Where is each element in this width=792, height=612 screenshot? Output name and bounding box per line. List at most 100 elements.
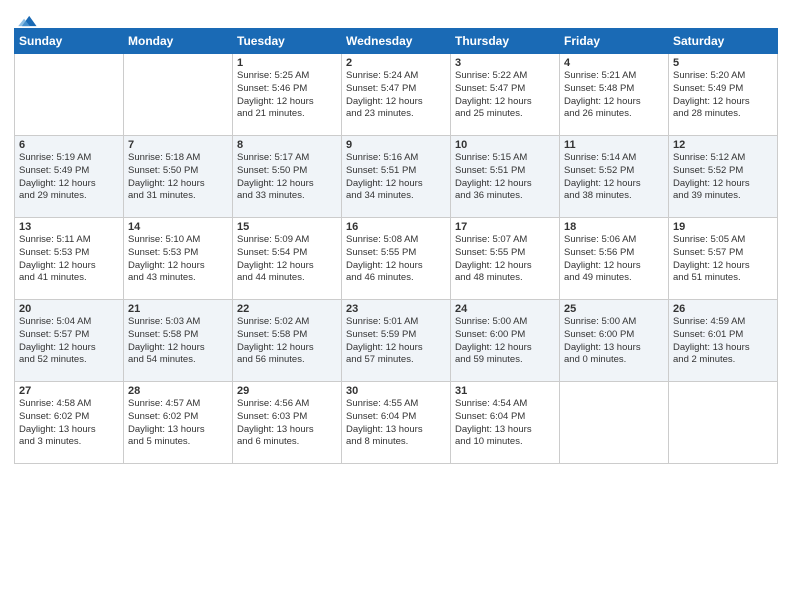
- cell-content: Sunrise: 5:04 AM Sunset: 5:57 PM Dayligh…: [19, 316, 119, 367]
- calendar-cell: 2Sunrise: 5:24 AM Sunset: 5:47 PM Daylig…: [342, 54, 451, 136]
- cell-content: Sunrise: 5:18 AM Sunset: 5:50 PM Dayligh…: [128, 152, 228, 203]
- day-number: 26: [673, 303, 773, 315]
- calendar-cell: 6Sunrise: 5:19 AM Sunset: 5:49 PM Daylig…: [15, 136, 124, 218]
- calendar-cell: [560, 382, 669, 464]
- logo: [14, 10, 38, 26]
- cell-content: Sunrise: 5:00 AM Sunset: 6:00 PM Dayligh…: [455, 316, 555, 367]
- day-number: 24: [455, 303, 555, 315]
- calendar-cell: 12Sunrise: 5:12 AM Sunset: 5:52 PM Dayli…: [669, 136, 778, 218]
- cell-content: Sunrise: 5:22 AM Sunset: 5:47 PM Dayligh…: [455, 70, 555, 121]
- day-number: 2: [346, 57, 446, 69]
- day-number: 13: [19, 221, 119, 233]
- cell-content: Sunrise: 5:06 AM Sunset: 5:56 PM Dayligh…: [564, 234, 664, 285]
- weekday-header-saturday: Saturday: [669, 29, 778, 54]
- calendar-cell: 19Sunrise: 5:05 AM Sunset: 5:57 PM Dayli…: [669, 218, 778, 300]
- day-number: 29: [237, 385, 337, 397]
- calendar-cell: 25Sunrise: 5:00 AM Sunset: 6:00 PM Dayli…: [560, 300, 669, 382]
- day-number: 31: [455, 385, 555, 397]
- day-number: 21: [128, 303, 228, 315]
- cell-content: Sunrise: 5:17 AM Sunset: 5:50 PM Dayligh…: [237, 152, 337, 203]
- cell-content: Sunrise: 5:20 AM Sunset: 5:49 PM Dayligh…: [673, 70, 773, 121]
- day-number: 10: [455, 139, 555, 151]
- day-number: 16: [346, 221, 446, 233]
- header: [14, 10, 778, 26]
- calendar-cell: 17Sunrise: 5:07 AM Sunset: 5:55 PM Dayli…: [451, 218, 560, 300]
- day-number: 8: [237, 139, 337, 151]
- calendar-cell: 29Sunrise: 4:56 AM Sunset: 6:03 PM Dayli…: [233, 382, 342, 464]
- weekday-header-sunday: Sunday: [15, 29, 124, 54]
- day-number: 11: [564, 139, 664, 151]
- day-number: 9: [346, 139, 446, 151]
- cell-content: Sunrise: 5:03 AM Sunset: 5:58 PM Dayligh…: [128, 316, 228, 367]
- day-number: 20: [19, 303, 119, 315]
- calendar-week-4: 20Sunrise: 5:04 AM Sunset: 5:57 PM Dayli…: [15, 300, 778, 382]
- cell-content: Sunrise: 5:07 AM Sunset: 5:55 PM Dayligh…: [455, 234, 555, 285]
- calendar-cell: 24Sunrise: 5:00 AM Sunset: 6:00 PM Dayli…: [451, 300, 560, 382]
- cell-content: Sunrise: 5:14 AM Sunset: 5:52 PM Dayligh…: [564, 152, 664, 203]
- calendar-week-3: 13Sunrise: 5:11 AM Sunset: 5:53 PM Dayli…: [15, 218, 778, 300]
- day-number: 23: [346, 303, 446, 315]
- cell-content: Sunrise: 5:24 AM Sunset: 5:47 PM Dayligh…: [346, 70, 446, 121]
- weekday-header-monday: Monday: [124, 29, 233, 54]
- weekday-header-wednesday: Wednesday: [342, 29, 451, 54]
- day-number: 3: [455, 57, 555, 69]
- calendar-cell: 20Sunrise: 5:04 AM Sunset: 5:57 PM Dayli…: [15, 300, 124, 382]
- cell-content: Sunrise: 5:25 AM Sunset: 5:46 PM Dayligh…: [237, 70, 337, 121]
- calendar-cell: 5Sunrise: 5:20 AM Sunset: 5:49 PM Daylig…: [669, 54, 778, 136]
- calendar-cell: 22Sunrise: 5:02 AM Sunset: 5:58 PM Dayli…: [233, 300, 342, 382]
- day-number: 25: [564, 303, 664, 315]
- calendar-cell: 16Sunrise: 5:08 AM Sunset: 5:55 PM Dayli…: [342, 218, 451, 300]
- calendar-cell: 26Sunrise: 4:59 AM Sunset: 6:01 PM Dayli…: [669, 300, 778, 382]
- day-number: 30: [346, 385, 446, 397]
- day-number: 17: [455, 221, 555, 233]
- cell-content: Sunrise: 5:16 AM Sunset: 5:51 PM Dayligh…: [346, 152, 446, 203]
- cell-content: Sunrise: 5:09 AM Sunset: 5:54 PM Dayligh…: [237, 234, 337, 285]
- calendar-cell: 9Sunrise: 5:16 AM Sunset: 5:51 PM Daylig…: [342, 136, 451, 218]
- day-number: 12: [673, 139, 773, 151]
- calendar-cell: 31Sunrise: 4:54 AM Sunset: 6:04 PM Dayli…: [451, 382, 560, 464]
- calendar-cell: [124, 54, 233, 136]
- calendar-table: SundayMondayTuesdayWednesdayThursdayFrid…: [14, 28, 778, 464]
- calendar-cell: [669, 382, 778, 464]
- page-container: SundayMondayTuesdayWednesdayThursdayFrid…: [0, 0, 792, 470]
- calendar-cell: 13Sunrise: 5:11 AM Sunset: 5:53 PM Dayli…: [15, 218, 124, 300]
- cell-content: Sunrise: 4:55 AM Sunset: 6:04 PM Dayligh…: [346, 398, 446, 449]
- day-number: 14: [128, 221, 228, 233]
- calendar-cell: 15Sunrise: 5:09 AM Sunset: 5:54 PM Dayli…: [233, 218, 342, 300]
- calendar-cell: 10Sunrise: 5:15 AM Sunset: 5:51 PM Dayli…: [451, 136, 560, 218]
- weekday-header-tuesday: Tuesday: [233, 29, 342, 54]
- calendar-cell: [15, 54, 124, 136]
- day-number: 4: [564, 57, 664, 69]
- cell-content: Sunrise: 5:08 AM Sunset: 5:55 PM Dayligh…: [346, 234, 446, 285]
- cell-content: Sunrise: 5:01 AM Sunset: 5:59 PM Dayligh…: [346, 316, 446, 367]
- calendar-cell: 7Sunrise: 5:18 AM Sunset: 5:50 PM Daylig…: [124, 136, 233, 218]
- day-number: 5: [673, 57, 773, 69]
- cell-content: Sunrise: 4:58 AM Sunset: 6:02 PM Dayligh…: [19, 398, 119, 449]
- calendar-cell: 14Sunrise: 5:10 AM Sunset: 5:53 PM Dayli…: [124, 218, 233, 300]
- calendar-cell: 23Sunrise: 5:01 AM Sunset: 5:59 PM Dayli…: [342, 300, 451, 382]
- calendar-cell: 8Sunrise: 5:17 AM Sunset: 5:50 PM Daylig…: [233, 136, 342, 218]
- calendar-cell: 11Sunrise: 5:14 AM Sunset: 5:52 PM Dayli…: [560, 136, 669, 218]
- day-number: 1: [237, 57, 337, 69]
- calendar-week-2: 6Sunrise: 5:19 AM Sunset: 5:49 PM Daylig…: [15, 136, 778, 218]
- calendar-cell: 1Sunrise: 5:25 AM Sunset: 5:46 PM Daylig…: [233, 54, 342, 136]
- calendar-week-1: 1Sunrise: 5:25 AM Sunset: 5:46 PM Daylig…: [15, 54, 778, 136]
- cell-content: Sunrise: 4:56 AM Sunset: 6:03 PM Dayligh…: [237, 398, 337, 449]
- weekday-header-friday: Friday: [560, 29, 669, 54]
- day-number: 19: [673, 221, 773, 233]
- calendar-cell: 21Sunrise: 5:03 AM Sunset: 5:58 PM Dayli…: [124, 300, 233, 382]
- day-number: 28: [128, 385, 228, 397]
- cell-content: Sunrise: 5:10 AM Sunset: 5:53 PM Dayligh…: [128, 234, 228, 285]
- day-number: 22: [237, 303, 337, 315]
- calendar-cell: 3Sunrise: 5:22 AM Sunset: 5:47 PM Daylig…: [451, 54, 560, 136]
- day-number: 6: [19, 139, 119, 151]
- day-number: 15: [237, 221, 337, 233]
- cell-content: Sunrise: 5:02 AM Sunset: 5:58 PM Dayligh…: [237, 316, 337, 367]
- cell-content: Sunrise: 5:05 AM Sunset: 5:57 PM Dayligh…: [673, 234, 773, 285]
- day-number: 27: [19, 385, 119, 397]
- weekday-header-row: SundayMondayTuesdayWednesdayThursdayFrid…: [15, 29, 778, 54]
- calendar-cell: 4Sunrise: 5:21 AM Sunset: 5:48 PM Daylig…: [560, 54, 669, 136]
- cell-content: Sunrise: 4:59 AM Sunset: 6:01 PM Dayligh…: [673, 316, 773, 367]
- cell-content: Sunrise: 5:00 AM Sunset: 6:00 PM Dayligh…: [564, 316, 664, 367]
- cell-content: Sunrise: 4:54 AM Sunset: 6:04 PM Dayligh…: [455, 398, 555, 449]
